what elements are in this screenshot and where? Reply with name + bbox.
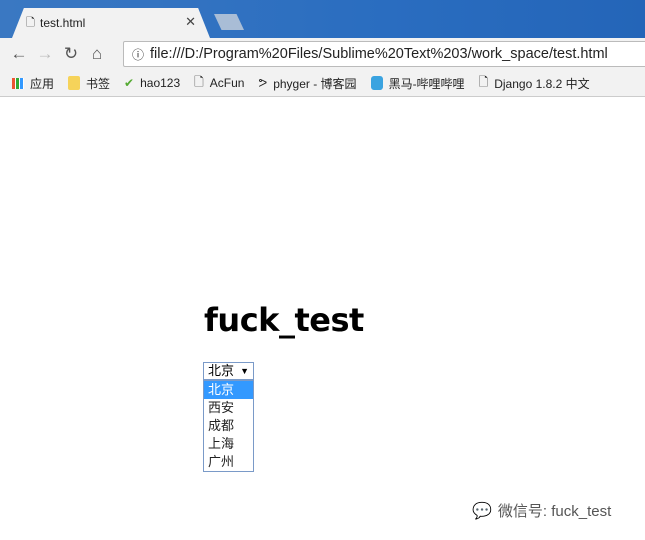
bookmark-label: hao123: [140, 76, 181, 90]
bookmark-phyger[interactable]: ᕗ phyger - 博客园: [258, 75, 356, 92]
city-options-list[interactable]: 北京 西安 成都 上海 广州: [203, 380, 254, 472]
option-guangzhou[interactable]: 广州: [204, 453, 253, 471]
city-select[interactable]: 北京 ▼: [203, 362, 254, 380]
page-icon: 🗋: [478, 74, 489, 89]
cnblogs-icon: ᕗ: [258, 76, 268, 90]
bookmark-folder[interactable]: 书签: [68, 75, 110, 92]
option-shanghai[interactable]: 上海: [204, 435, 253, 453]
browser-toolbar: ← → ↻ ⌂ ⓘ file:///D:/Program%20Files/Sub…: [0, 38, 645, 70]
info-icon: ⓘ: [132, 47, 145, 62]
page-icon: 🗋: [26, 16, 35, 29]
option-chengdu[interactable]: 成都: [204, 417, 253, 435]
bookmark-hao123[interactable]: ✔ hao123: [124, 76, 180, 90]
bookmark-django[interactable]: 🗋 Django 1.8.2 中文: [479, 73, 590, 94]
select-value: 北京: [208, 363, 235, 378]
back-icon[interactable]: ←: [6, 44, 32, 64]
bookmark-bilibili[interactable]: 黑马-哔哩哔哩: [370, 75, 465, 92]
new-tab-button[interactable]: [214, 14, 244, 30]
folder-icon: [68, 76, 81, 90]
reload-icon[interactable]: ↻: [58, 44, 84, 64]
address-bar[interactable]: ⓘ file:///D:/Program%20Files/Sublime%20T…: [123, 41, 645, 67]
bookmark-label: phyger - 博客园: [273, 76, 357, 91]
bookmark-label: Django 1.8.2 中文: [494, 76, 590, 91]
watermark-text: 微信号: fuck_test: [497, 503, 612, 520]
close-tab-icon[interactable]: ✕: [185, 14, 196, 30]
bilibili-icon: [370, 76, 383, 90]
bookmark-label: 黑马-哔哩哔哩: [388, 76, 465, 91]
bookmark-label: AcFun: [209, 76, 245, 90]
page-heading: fuck_test: [204, 301, 364, 339]
home-icon[interactable]: ⌂: [84, 44, 110, 64]
wechat-icon: 💬: [472, 502, 492, 520]
bookmark-acfun[interactable]: 🗋 AcFun: [194, 73, 244, 94]
bookmark-apps[interactable]: 应用: [12, 75, 54, 92]
tab-title: test.html: [40, 16, 86, 30]
tab-test-html[interactable]: 🗋 test.html ✕: [12, 8, 210, 38]
option-beijing[interactable]: 北京: [204, 381, 253, 399]
bookmark-label: 书签: [86, 76, 111, 91]
watermark: 💬 微信号: fuck_test: [472, 500, 611, 521]
window-titlebar: 🗋 test.html ✕: [0, 0, 645, 38]
option-xian[interactable]: 西安: [204, 399, 253, 417]
hao123-icon: ✔: [124, 76, 135, 90]
bookmark-label: 应用: [30, 76, 55, 91]
forward-icon[interactable]: →: [32, 44, 58, 64]
bookmarks-bar: 应用 书签 ✔ hao123 🗋 AcFun ᕗ phyger - 博客园 黑马-哔哩…: [0, 70, 645, 97]
page-icon: 🗋: [194, 74, 204, 89]
dropdown-arrow-icon: ▼: [240, 366, 249, 376]
apps-grid-icon: [12, 77, 24, 89]
url-text: file:///D:/Program%20Files/Sublime%20Tex…: [150, 46, 608, 62]
